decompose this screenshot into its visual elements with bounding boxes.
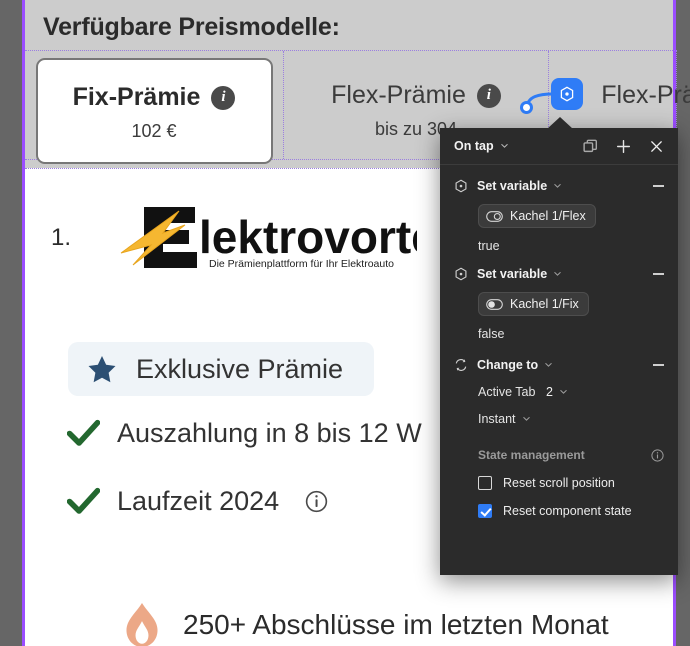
- active-tab-value[interactable]: 2: [546, 385, 553, 399]
- chevron-down-icon[interactable]: [500, 141, 509, 150]
- variable-chip-fix[interactable]: Kachel 1/Fix: [478, 292, 589, 316]
- minus-icon[interactable]: [653, 185, 664, 187]
- elektrovorteil-logo: lektrovorteil Die Prämienplattform für I…: [120, 207, 417, 270]
- variable-value[interactable]: true: [478, 239, 678, 253]
- action-title: Set variable: [477, 179, 548, 193]
- state-management-header: State management: [478, 448, 664, 462]
- tab-title-row: Flex-Prä: [601, 81, 690, 110]
- chevron-down-icon[interactable]: [559, 387, 568, 396]
- list-item: Laufzeit 2024: [67, 486, 328, 517]
- duplicate-icon[interactable]: [583, 139, 598, 154]
- tab-card-fix-praemie[interactable]: Fix-Prämie i 102 €: [35, 58, 273, 164]
- logo-wordmark: lektrovorteil: [199, 211, 417, 263]
- list-index-label: 1.: [51, 224, 72, 251]
- change-to-icon: [455, 359, 467, 371]
- component-glyph: [560, 86, 574, 102]
- action-title: Change to: [477, 358, 539, 372]
- variable-name: Kachel 1/Fix: [510, 297, 579, 311]
- tab-label-fix: Fix-Prämie: [72, 83, 201, 111]
- minus-icon[interactable]: [653, 364, 664, 366]
- action-title: Set variable: [477, 267, 548, 281]
- connector-handle[interactable]: [520, 101, 533, 114]
- tab-price-fix: 102 €: [131, 121, 177, 141]
- reset-component-state-checkbox[interactable]: [478, 504, 492, 518]
- info-circle-icon[interactable]: [651, 448, 664, 462]
- list-item-label: Laufzeit 2024: [117, 486, 280, 516]
- logo-tagline: Die Prämienplattform für Ihr Elektroauto: [209, 258, 394, 270]
- animation-label: Instant: [478, 412, 516, 426]
- popup-header: On tap: [440, 128, 678, 165]
- chevron-down-icon[interactable]: [544, 360, 553, 369]
- star-icon: [88, 356, 116, 383]
- list-item-label: Auszahlung in 8 bis 12 W: [117, 418, 422, 448]
- action-row-set-variable-2[interactable]: Set variable: [440, 253, 678, 281]
- minus-icon[interactable]: [653, 273, 664, 275]
- reset-scroll-position-row[interactable]: Reset scroll position: [478, 476, 678, 490]
- popup-header-actions: [583, 139, 664, 154]
- page-title: Verfügbare Preismodelle:: [43, 13, 340, 41]
- promo-label: 250+ Abschlüsse im letzten Monat: [183, 609, 609, 640]
- toggle-off-icon: [486, 210, 503, 222]
- action-row-set-variable-1[interactable]: Set variable: [440, 165, 678, 193]
- trigger-label[interactable]: On tap: [454, 139, 494, 153]
- tab-cell-fix[interactable]: Fix-Prämie i 102 €: [25, 51, 284, 164]
- popup-body: Set variable Kachel 1/Flex true Set vari…: [440, 165, 678, 518]
- animation-row[interactable]: Instant: [478, 412, 678, 426]
- exclusive-bonus-badge: Exklusive Prämie: [68, 342, 374, 396]
- plus-icon[interactable]: [616, 139, 631, 154]
- interaction-settings-popup: On tap Set variable Kachel 1/Flex true S…: [440, 117, 678, 575]
- flame-icon: [126, 603, 158, 646]
- reset-scroll-position-label: Reset scroll position: [503, 476, 615, 490]
- tab-label-flex-2: Flex-Prä: [601, 81, 690, 109]
- check-icon: [67, 419, 100, 446]
- variable-value[interactable]: false: [478, 327, 678, 341]
- popup-caret: [547, 117, 573, 129]
- toggle-on-icon: [486, 298, 503, 310]
- chevron-down-icon[interactable]: [553, 181, 562, 190]
- set-variable-icon: [455, 179, 467, 193]
- info-icon[interactable]: i: [476, 83, 501, 108]
- variable-name: Kachel 1/Flex: [510, 209, 586, 223]
- reset-component-state-row[interactable]: Reset component state: [478, 504, 678, 518]
- chevron-down-icon[interactable]: [553, 269, 562, 278]
- set-variable-icon: [455, 267, 467, 281]
- action-row-change-to[interactable]: Change to: [440, 341, 678, 372]
- component-node-icon[interactable]: [551, 78, 583, 110]
- tab-title-row: Flex-Prämie i: [331, 81, 501, 110]
- reset-component-state-label: Reset component state: [503, 504, 632, 518]
- info-icon[interactable]: i: [211, 85, 236, 110]
- active-tab-row: Active Tab 2: [478, 385, 678, 399]
- chevron-down-icon[interactable]: [522, 414, 531, 423]
- exclusive-bonus-label: Exklusive Prämie: [136, 353, 344, 384]
- tab-title-row: Fix-Prämie i: [73, 83, 236, 112]
- close-icon[interactable]: [649, 139, 664, 154]
- state-management-label: State management: [478, 448, 585, 462]
- list-item: Auszahlung in 8 bis 12 W: [67, 418, 422, 449]
- check-icon: [67, 487, 100, 514]
- reset-scroll-position-checkbox[interactable]: [478, 476, 492, 490]
- tab-label-flex: Flex-Prämie: [331, 81, 466, 109]
- info-circle-icon[interactable]: [305, 490, 328, 513]
- active-tab-label: Active Tab: [478, 385, 536, 399]
- variable-chip-flex[interactable]: Kachel 1/Flex: [478, 204, 596, 228]
- promo-row: 250+ Abschlüsse im letzten Monat: [123, 603, 609, 646]
